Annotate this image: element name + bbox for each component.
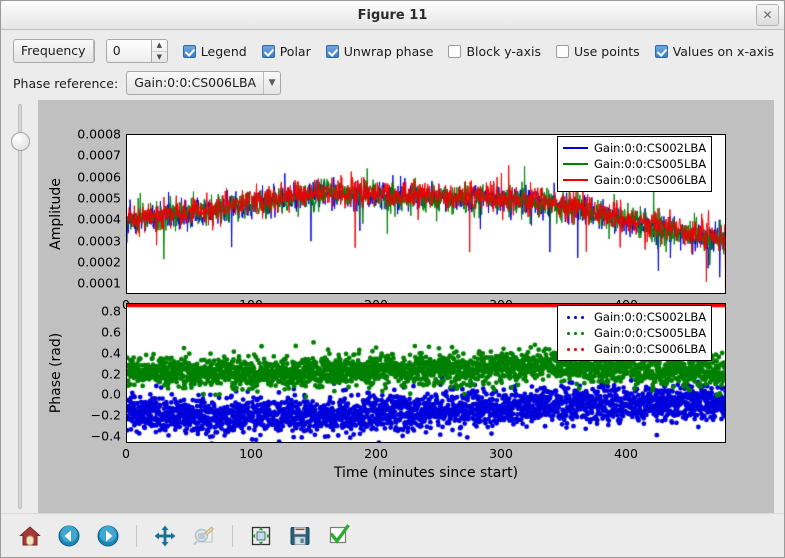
bot-y-tick: 0.4 [101,345,121,361]
spinner-up-icon[interactable]: ▲ [151,40,167,52]
legend-label: Gain:0:0:CS002LBA [594,310,707,324]
checkbox-polar-label: Polar [279,43,311,59]
configure-subplots-button[interactable] [246,521,276,551]
checkbox-legend-box[interactable] [182,44,196,58]
amplitude-plot: Amplitude 0.0001 0.0002 0.0003 0.0004 0.0005… [38,100,776,332]
top-y-tick: 0.0006 [77,169,121,185]
phase-x-axis-label: Time (minutes since start) [333,465,519,481]
slider-handle[interactable] [11,132,30,151]
legend-key-line [562,147,589,149]
home-button[interactable] [15,521,45,551]
controls-row-primary: Frequency ▼ 0 ▲ ▼ Legend Polar Unwr [13,38,774,64]
bot-y-tick: 0.8 [101,303,121,319]
legend-label: Gain:0:0:CS005LBA [594,326,707,340]
matplotlib-canvas[interactable]: Amplitude 0.0001 0.0002 0.0003 0.0004 0.0005… [38,100,774,513]
controls-row-secondary: Phase reference: Gain:0:0:CS006LBA ▼ [13,70,774,96]
checkbox-polar[interactable]: Polar [261,43,311,59]
checkbox-values-on-x-axis[interactable]: Values on x-axis [654,43,774,59]
zoom-button[interactable] [189,521,219,551]
figure-window: Figure 11 ✕ Frequency ▼ 0 ▲ ▼ Legend [0,0,785,558]
bot-y-tick: 0.0 [101,386,121,402]
chevron-down-icon: ▼ [92,40,94,62]
legend-key-dots [562,331,589,335]
toolbar-separator [136,524,137,547]
checkbox-unwrap-phase[interactable]: Unwrap phase [325,43,434,59]
legend-label: Gain:0:0:CS006LBA [594,173,707,187]
top-y-tick: 0.0003 [77,233,121,249]
top-y-tick: 0.0002 [77,254,121,270]
bot-y-tick: 0.2 [101,366,121,382]
phase-reference-value: Gain:0:0:CS006LBA [134,75,257,90]
legend-key-line [562,163,589,165]
value-slider[interactable] [1,100,38,513]
legend-key-dots [562,347,589,351]
apply-button[interactable] [324,521,354,551]
checkbox-legend-label: Legend [200,43,247,59]
pan-button[interactable] [150,521,180,551]
bot-y-tick: −0.2 [90,407,121,423]
checkbox-use-points-box[interactable] [555,44,569,58]
controls-panel: Frequency ▼ 0 ▲ ▼ Legend Polar Unwr [1,30,784,100]
legend-entry: Gain:0:0:CS005LBA [562,156,706,172]
checkbox-block-y-axis[interactable]: Block y-axis [448,44,541,59]
chevron-down-icon: ▼ [263,72,280,94]
checkbox-block-y-axis-box[interactable] [448,44,462,58]
legend-key-dots [562,315,589,319]
amplitude-legend[interactable]: Gain:0:0:CS002LBA Gain:0:0:CS005LBA Gain:0… [557,136,713,192]
top-y-tick: 0.0007 [77,147,121,163]
phase-reference-label: Phase reference: [13,75,119,91]
figure-body: Amplitude 0.0001 0.0002 0.0003 0.0004 0.0005… [1,100,784,513]
phase-plot: Phase (rad) −0.4 −0.2 0.0 0.2 0.4 0.6 0.8 0 100… [38,300,776,493]
bot-y-tick: −0.4 [90,428,121,444]
legend-key-line [562,179,589,181]
checkbox-legend[interactable]: Legend [182,43,247,59]
checkbox-use-points-label: Use points [573,43,640,59]
spinner-down-icon[interactable]: ▼ [152,52,167,63]
toolbar-separator [232,524,233,547]
top-y-tick: 0.0008 [77,126,121,142]
legend-entry: Gain:0:0:CS005LBA [562,325,706,341]
figure-toolbar [1,513,784,557]
bot-x-tick: 100 [239,446,263,461]
checkbox-unwrap-phase-box[interactable] [325,44,339,58]
axis-select[interactable]: Frequency ▼ [13,39,95,63]
top-y-tick: 0.0005 [77,190,121,206]
window-title: Figure 11 [357,8,428,23]
bot-x-tick: 400 [614,446,638,461]
phase-reference-select[interactable]: Gain:0:0:CS006LBA ▼ [126,71,282,95]
checkbox-use-points[interactable]: Use points [555,43,640,59]
bot-x-tick: 300 [489,446,513,461]
bot-x-tick: 200 [364,446,388,461]
index-spinner[interactable]: 0 ▲ ▼ [105,39,168,63]
legend-entry: Gain:0:0:CS002LBA [562,140,706,156]
save-button[interactable] [285,521,315,551]
legend-entry: Gain:0:0:CS006LBA [562,341,706,357]
back-button[interactable] [54,521,84,551]
slider-track[interactable] [18,104,22,509]
top-y-tick: 0.0004 [77,211,121,227]
phase-legend[interactable]: Gain:0:0:CS002LBA Gain:0:0:CS005LBA Gain:0… [557,305,713,361]
axis-select-value: Frequency [21,43,86,58]
title-bar: Figure 11 ✕ [1,1,784,30]
forward-button[interactable] [93,521,123,551]
checkbox-unwrap-phase-label: Unwrap phase [343,43,434,59]
legend-entry: Gain:0:0:CS006LBA [562,172,706,188]
index-spinner-input[interactable]: 0 [105,39,151,63]
legend-label: Gain:0:0:CS005LBA [594,157,707,171]
amplitude-y-axis-label: Amplitude [48,178,64,250]
index-spinner-buttons[interactable]: ▲ ▼ [150,39,168,63]
legend-label: Gain:0:0:CS006LBA [594,342,707,356]
legend-entry: Gain:0:0:CS002LBA [562,309,706,325]
checkbox-block-y-axis-label: Block y-axis [466,43,541,59]
bot-y-tick: 0.6 [101,324,121,340]
top-y-tick: 0.0001 [77,275,121,291]
close-button[interactable]: ✕ [756,4,779,26]
checkbox-values-on-x-axis-box[interactable] [654,44,668,58]
phase-y-axis-label: Phase (rad) [48,332,64,414]
checkbox-polar-box[interactable] [261,44,275,58]
checkbox-values-on-x-axis-label: Values on x-axis [672,43,774,59]
legend-label: Gain:0:0:CS002LBA [594,141,707,155]
bot-x-tick: 0 [122,446,130,461]
